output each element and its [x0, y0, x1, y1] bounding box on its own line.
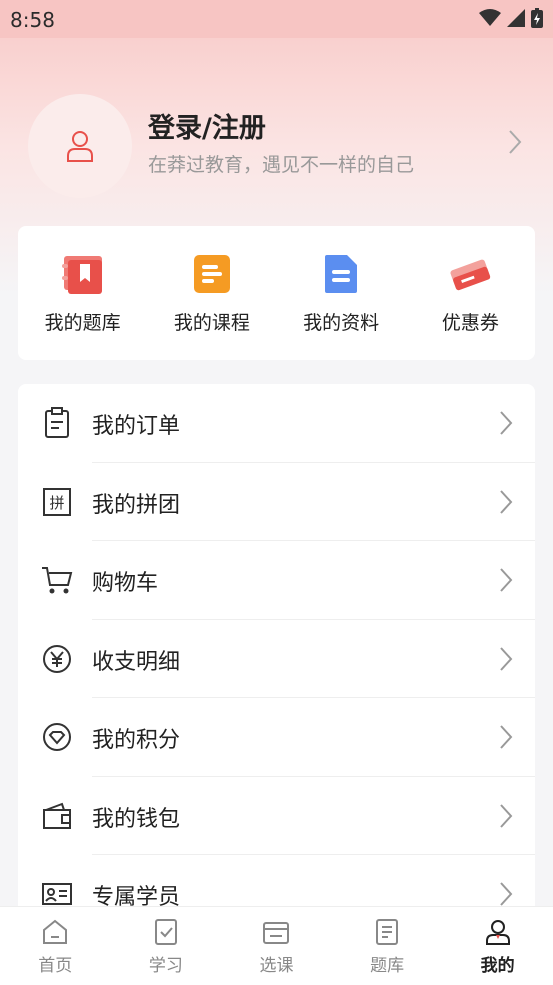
question-bank-icon — [376, 919, 399, 945]
home-icon — [43, 919, 68, 944]
menu-label: 我的积分 — [92, 728, 181, 753]
quick-label: 我的资料 — [303, 312, 380, 334]
menu-label: 收支明细 — [92, 649, 181, 675]
wifi-icon — [479, 9, 501, 26]
bookmark-book-icon — [61, 252, 105, 296]
login-register-link[interactable]: 登录/注册 — [148, 106, 266, 145]
quick-label: 我的课程 — [173, 312, 250, 334]
quick-item-materials[interactable]: 我的资料 — [277, 226, 406, 360]
file-doc-icon — [319, 252, 363, 296]
chevron-right-icon — [500, 803, 513, 828]
tab-label: 首页 — [38, 956, 73, 976]
chevron-right-icon — [500, 646, 513, 671]
menu-item-points[interactable]: 我的积分 — [18, 698, 535, 777]
menu-label: 我的拼团 — [92, 492, 181, 518]
menu-item-transactions[interactable]: 收支明细 — [18, 620, 535, 698]
points-icon — [40, 720, 74, 754]
chevron-right-icon[interactable] — [507, 128, 523, 156]
profile-header[interactable]: 登录/注册 在莽过教育，遇见不一样的自己 — [28, 94, 533, 198]
course-doc-icon — [190, 252, 234, 296]
battery-icon — [531, 8, 543, 28]
status-bar: 8:58 — [0, 0, 553, 38]
tab-home[interactable]: 首页 — [0, 907, 111, 985]
tab-label: 题库 — [370, 956, 405, 976]
tab-study[interactable]: 学习 — [111, 907, 222, 985]
yen-icon — [40, 642, 74, 676]
coupon-ticket-icon — [448, 252, 492, 296]
tab-label: 选课 — [259, 956, 294, 976]
quick-label: 我的题库 — [44, 312, 121, 334]
status-time: 8:58 — [10, 8, 55, 32]
bottom-tab-bar: 首页 学习 选课 题库 我的 — [0, 906, 553, 985]
menu-item-wallet[interactable]: 我的钱包 — [18, 777, 535, 855]
clipboard-icon — [40, 406, 74, 440]
user-icon — [485, 920, 510, 945]
user-avatar-icon — [67, 131, 93, 162]
tab-question-bank[interactable]: 题库 — [332, 907, 443, 985]
menu-list: 我的订单 拼 我的拼团 购物车 收支明细 我的积分 我的钱包 专属学员 — [18, 384, 535, 944]
group-buy-icon: 拼 — [40, 485, 74, 519]
tab-label: 学习 — [148, 956, 183, 976]
quick-item-courses[interactable]: 我的课程 — [147, 226, 276, 360]
menu-item-group-buy[interactable]: 拼 我的拼团 — [18, 463, 535, 541]
quick-access-card: 我的题库 我的课程 我的资料 优惠券 — [18, 226, 535, 360]
chevron-right-icon — [500, 489, 513, 514]
menu-label: 我的钱包 — [92, 806, 181, 832]
menu-label: 购物车 — [92, 571, 159, 596]
profile-subtitle: 在莽过教育，遇见不一样的自己 — [148, 154, 415, 176]
quick-label: 优惠券 — [441, 312, 499, 334]
study-icon — [154, 919, 177, 945]
course-select-icon — [263, 922, 290, 944]
quick-item-coupons[interactable]: 优惠券 — [406, 226, 535, 360]
menu-item-orders[interactable]: 我的订单 — [18, 384, 535, 463]
menu-item-cart[interactable]: 购物车 — [18, 541, 535, 620]
tab-mine[interactable]: 我的 — [442, 907, 553, 985]
signal-icon — [507, 9, 525, 27]
chevron-right-icon — [500, 882, 513, 906]
chevron-right-icon — [500, 725, 513, 749]
avatar[interactable] — [28, 94, 132, 198]
chevron-right-icon — [500, 411, 513, 435]
tab-label: 我的 — [480, 956, 515, 976]
wallet-icon — [40, 799, 74, 833]
menu-label: 我的订单 — [92, 414, 181, 439]
chevron-right-icon — [500, 568, 513, 592]
status-icons — [479, 8, 543, 28]
quick-item-question-bank[interactable]: 我的题库 — [18, 226, 147, 360]
tab-course-select[interactable]: 选课 — [221, 907, 332, 985]
cart-icon — [40, 563, 74, 597]
svg-text:拼: 拼 — [49, 494, 64, 512]
